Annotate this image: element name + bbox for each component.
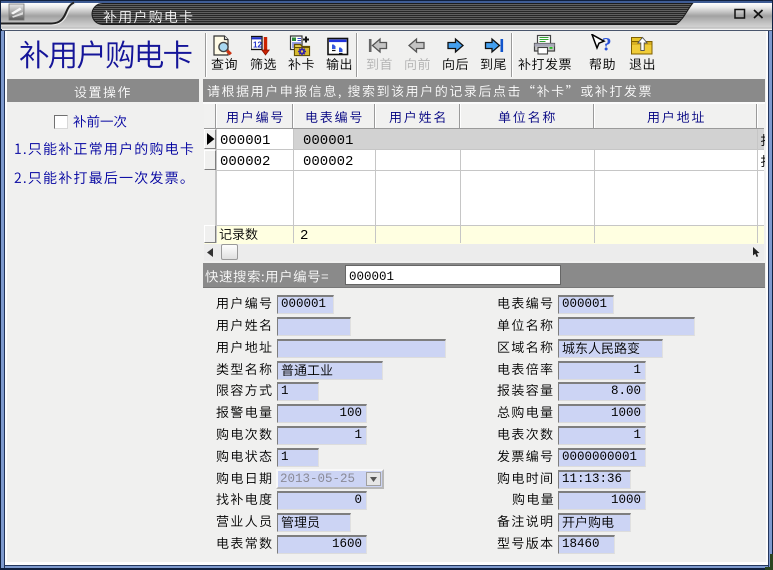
svg-text:?: ? (602, 35, 612, 56)
svg-text:12: 12 (253, 41, 262, 50)
